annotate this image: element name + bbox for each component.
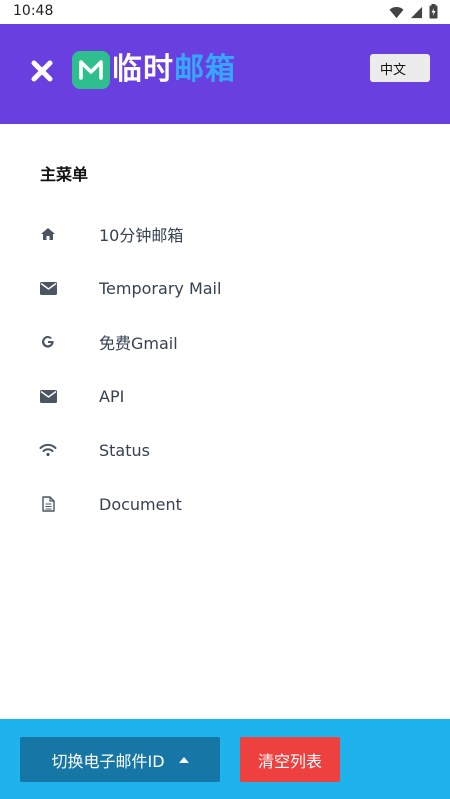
envelope-icon <box>39 387 57 405</box>
menu-title: 主菜单 <box>40 165 89 184</box>
logo-m-icon <box>79 60 103 80</box>
status-time: 10:48 <box>13 3 54 19</box>
menu-item-label: API <box>99 386 125 406</box>
menu-item-api[interactable]: API <box>0 369 450 423</box>
footer-bar: 切换电子邮件ID 清空列表 <box>0 719 450 799</box>
menu-item-label: Document <box>99 494 182 514</box>
close-icon <box>31 60 53 86</box>
menu-item-10min-mail[interactable]: 10分钟邮箱 <box>0 207 450 261</box>
switch-email-id-label: 切换电子邮件ID <box>51 751 165 771</box>
menu-item-label: Temporary Mail <box>99 278 222 298</box>
clear-list-button[interactable]: 清空列表 <box>240 737 340 782</box>
logo-text-part2: 邮箱 <box>174 52 236 87</box>
switch-email-id-button[interactable]: 切换电子邮件ID <box>20 737 220 782</box>
wifi-icon <box>389 4 404 23</box>
status-bar: 10:48 <box>0 0 450 24</box>
menu-item-free-gmail[interactable]: 免费Gmail <box>0 315 450 369</box>
app-header: 临时邮箱 中文 <box>0 24 450 124</box>
menu-item-temporary-mail[interactable]: Temporary Mail <box>0 261 450 315</box>
battery-icon <box>429 4 438 23</box>
document-icon <box>39 495 57 513</box>
logo-text-part1: 临时 <box>112 52 174 87</box>
app-logo: 临时邮箱 <box>72 51 236 89</box>
menu-item-label: 10分钟邮箱 <box>99 226 184 245</box>
menu-item-status[interactable]: Status <box>0 423 450 477</box>
signal-icon <box>410 4 423 23</box>
logo-text: 临时邮箱 <box>112 51 236 89</box>
language-button[interactable]: 中文 <box>370 54 430 82</box>
menu-item-document[interactable]: Document <box>0 477 450 531</box>
envelope-icon <box>39 279 57 297</box>
menu-item-label: Status <box>99 440 150 460</box>
close-button[interactable] <box>26 57 58 89</box>
google-icon <box>39 333 57 351</box>
main-menu: 10分钟邮箱 Temporary Mail 免费Gmail API Status… <box>0 207 450 531</box>
wifi-icon <box>39 441 57 459</box>
home-icon <box>39 225 57 243</box>
menu-item-label: 免费Gmail <box>99 334 178 353</box>
status-icons <box>389 4 438 23</box>
logo-badge <box>72 51 110 89</box>
caret-up-icon <box>178 756 189 763</box>
